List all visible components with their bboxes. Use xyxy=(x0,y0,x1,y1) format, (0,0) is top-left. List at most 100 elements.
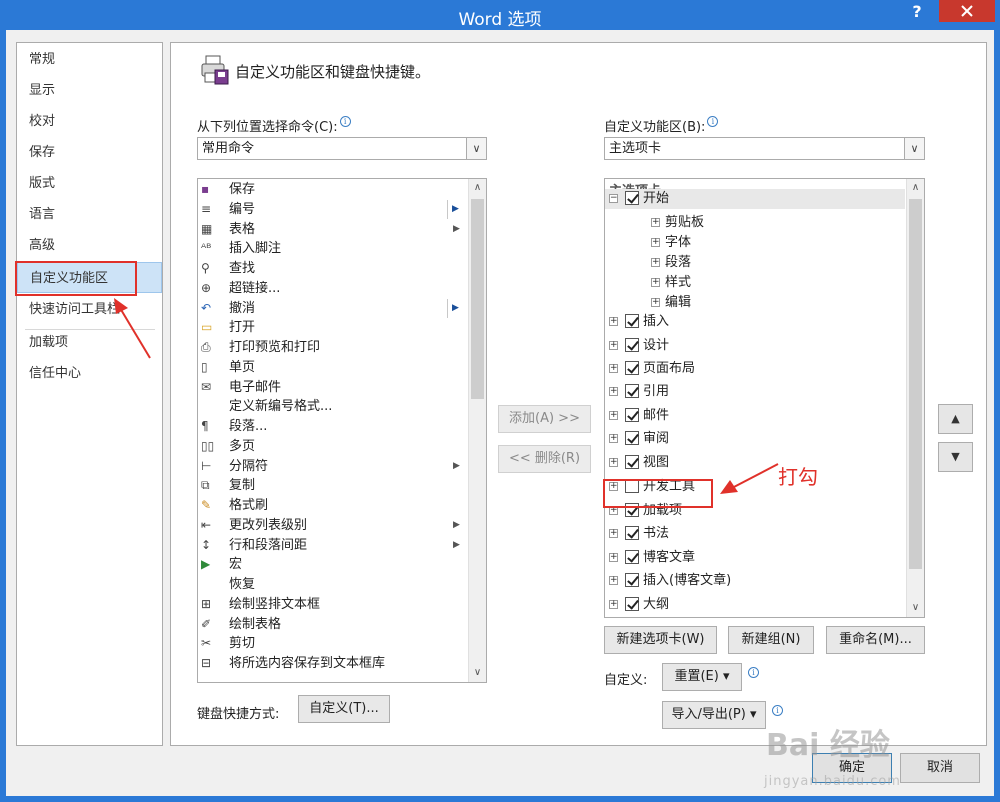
tree-item[interactable]: + 大纲 xyxy=(605,595,905,615)
tree-item[interactable]: + 引用 xyxy=(605,382,905,402)
expand-icon[interactable]: + xyxy=(651,238,660,247)
customize-ribbon-select[interactable]: 主选项卡 ∨ xyxy=(604,137,925,160)
tab-checkbox[interactable] xyxy=(625,526,639,540)
command-item[interactable]: ⎙ 打印预览和打印 xyxy=(198,338,468,358)
tree-item[interactable]: + 剪贴板 xyxy=(605,213,905,233)
tree-item[interactable]: + 插入(博客文章) xyxy=(605,571,905,591)
expand-icon[interactable]: + xyxy=(609,458,618,467)
nav-item-advanced[interactable]: 高级 xyxy=(17,230,162,261)
scroll-down-icon[interactable]: ∨ xyxy=(907,599,924,617)
command-item[interactable]: ⚲ 查找 xyxy=(198,259,468,279)
expand-icon[interactable]: + xyxy=(651,298,660,307)
split-arrow-icon[interactable]: ▶ xyxy=(447,199,463,219)
command-item[interactable]: ✂ 剪切 xyxy=(198,634,468,654)
expand-icon[interactable]: + xyxy=(609,576,618,585)
command-item[interactable]: ⇤ 更改列表级别 ▶ xyxy=(198,516,468,536)
tab-checkbox[interactable] xyxy=(625,384,639,398)
expand-icon[interactable]: + xyxy=(651,278,660,287)
tree-item[interactable]: + 插入 xyxy=(605,312,905,332)
command-item[interactable]: ✐ 绘制表格 xyxy=(198,615,468,635)
tree-item[interactable]: + 编辑 xyxy=(605,293,905,313)
command-item[interactable]: ⊢ 分隔符 ▶ xyxy=(198,457,468,477)
nav-item-language[interactable]: 语言 xyxy=(17,199,162,230)
command-item[interactable]: 恢复 xyxy=(198,575,468,595)
tab-checkbox[interactable] xyxy=(625,338,639,352)
command-item[interactable]: ↕ 行和段落间距 ▶ xyxy=(198,536,468,556)
commands-scrollbar[interactable]: ∧ ∨ xyxy=(468,179,486,682)
nav-item-layout[interactable]: 版式 xyxy=(17,168,162,199)
nav-item-save[interactable]: 保存 xyxy=(17,137,162,168)
command-item[interactable]: ᴬᴮ 插入脚注 xyxy=(198,239,468,259)
expand-icon[interactable]: + xyxy=(609,411,618,420)
tree-item[interactable]: + 博客文章 xyxy=(605,548,905,568)
new-tab-button[interactable]: 新建选项卡(W) xyxy=(604,626,717,654)
tab-checkbox[interactable] xyxy=(625,431,639,445)
collapse-icon[interactable]: − xyxy=(609,194,618,203)
tree-item[interactable]: + 字体 xyxy=(605,233,905,253)
tree-item[interactable]: + 段落 xyxy=(605,253,905,273)
new-group-button[interactable]: 新建组(N) xyxy=(728,626,814,654)
tree-item[interactable]: + 设计 xyxy=(605,336,905,356)
expand-icon[interactable]: + xyxy=(609,434,618,443)
tree-item[interactable]: + 样式 xyxy=(605,273,905,293)
expand-icon[interactable]: + xyxy=(609,529,618,538)
help-button[interactable]: ? xyxy=(903,0,931,26)
command-item[interactable]: ↶ 撤消 ▶ xyxy=(198,298,468,319)
command-item[interactable]: ✎ 格式刷 xyxy=(198,496,468,516)
tab-checkbox[interactable] xyxy=(625,361,639,375)
tree-item[interactable]: + 邮件 xyxy=(605,406,905,426)
reset-button[interactable]: 重置(E) ▾ xyxy=(662,663,742,691)
command-item[interactable]: ⧉ 复制 xyxy=(198,476,468,496)
command-item[interactable]: ▯ 单页 xyxy=(198,358,468,378)
command-item[interactable]: ▭ 打开 xyxy=(198,318,468,338)
scroll-up-icon[interactable]: ∧ xyxy=(907,179,924,197)
cancel-button[interactable]: 取消 xyxy=(900,753,980,783)
remove-button[interactable]: << 删除(R) xyxy=(498,445,591,473)
import-export-button[interactable]: 导入/导出(P) ▾ xyxy=(662,701,766,729)
expand-icon[interactable]: + xyxy=(609,317,618,326)
scroll-down-icon[interactable]: ∨ xyxy=(469,664,486,682)
scroll-up-icon[interactable]: ∧ xyxy=(469,179,486,197)
command-item[interactable]: ⊟ 将所选内容保存到文本框库 xyxy=(198,654,468,674)
choose-commands-select[interactable]: 常用命令 ∨ xyxy=(197,137,487,160)
keyboard-customize-button[interactable]: 自定义(T)... xyxy=(298,695,390,723)
command-item[interactable]: ▦ 表格 ▶ xyxy=(198,220,468,240)
scroll-thumb[interactable] xyxy=(471,199,484,399)
close-button[interactable] xyxy=(939,0,995,22)
split-arrow-icon[interactable]: ▶ xyxy=(447,298,463,318)
expand-icon[interactable]: + xyxy=(651,218,660,227)
nav-item-trust-center[interactable]: 信任中心 xyxy=(17,358,162,389)
move-down-button[interactable]: ▼ xyxy=(938,442,973,472)
command-item[interactable]: ▶ 宏 xyxy=(198,555,468,575)
tab-checkbox[interactable] xyxy=(625,191,639,205)
expand-icon[interactable]: + xyxy=(609,387,618,396)
command-item[interactable]: ✉ 电子邮件 xyxy=(198,378,468,398)
tab-checkbox[interactable] xyxy=(625,597,639,611)
add-button[interactable]: 添加(A) >> xyxy=(498,405,591,433)
rename-button[interactable]: 重命名(M)... xyxy=(826,626,925,654)
tab-checkbox[interactable] xyxy=(625,408,639,422)
command-item[interactable]: ⊕ 超链接... xyxy=(198,279,468,299)
nav-item-proofing[interactable]: 校对 xyxy=(17,106,162,137)
expand-icon[interactable]: + xyxy=(609,600,618,609)
command-item[interactable]: ⊞ 绘制竖排文本框 xyxy=(198,595,468,615)
command-item[interactable]: ¶ 段落... xyxy=(198,417,468,437)
command-item[interactable]: ▪ 保存 xyxy=(198,180,468,200)
tree-item[interactable]: + 书法 xyxy=(605,524,905,544)
tree-item[interactable]: − 开始 xyxy=(605,189,905,209)
command-item[interactable]: ≡ 编号 ▶ xyxy=(198,199,468,220)
tab-checkbox[interactable] xyxy=(625,550,639,564)
command-item[interactable]: 定义新编号格式... xyxy=(198,397,468,417)
command-item[interactable]: ▯▯ 多页 xyxy=(198,437,468,457)
expand-icon[interactable]: + xyxy=(609,364,618,373)
move-up-button[interactable]: ▲ xyxy=(938,404,973,434)
tab-checkbox[interactable] xyxy=(625,455,639,469)
expand-icon[interactable]: + xyxy=(651,258,660,267)
tree-item[interactable]: + 页面布局 xyxy=(605,359,905,379)
commands-list[interactable]: ⊟ 将所选内容保存到文本框库 ✂ 剪切 ✐ 绘制表格 ⊞ 绘制竖排文本框 恢复 ▶ 宏 ↕ 行和段落间距… xyxy=(197,178,487,683)
tree-scrollbar[interactable]: ∧ ∨ xyxy=(906,179,924,617)
scroll-thumb[interactable] xyxy=(909,199,922,569)
tab-checkbox[interactable] xyxy=(625,573,639,587)
expand-icon[interactable]: + xyxy=(609,341,618,350)
expand-icon[interactable]: + xyxy=(609,553,618,562)
